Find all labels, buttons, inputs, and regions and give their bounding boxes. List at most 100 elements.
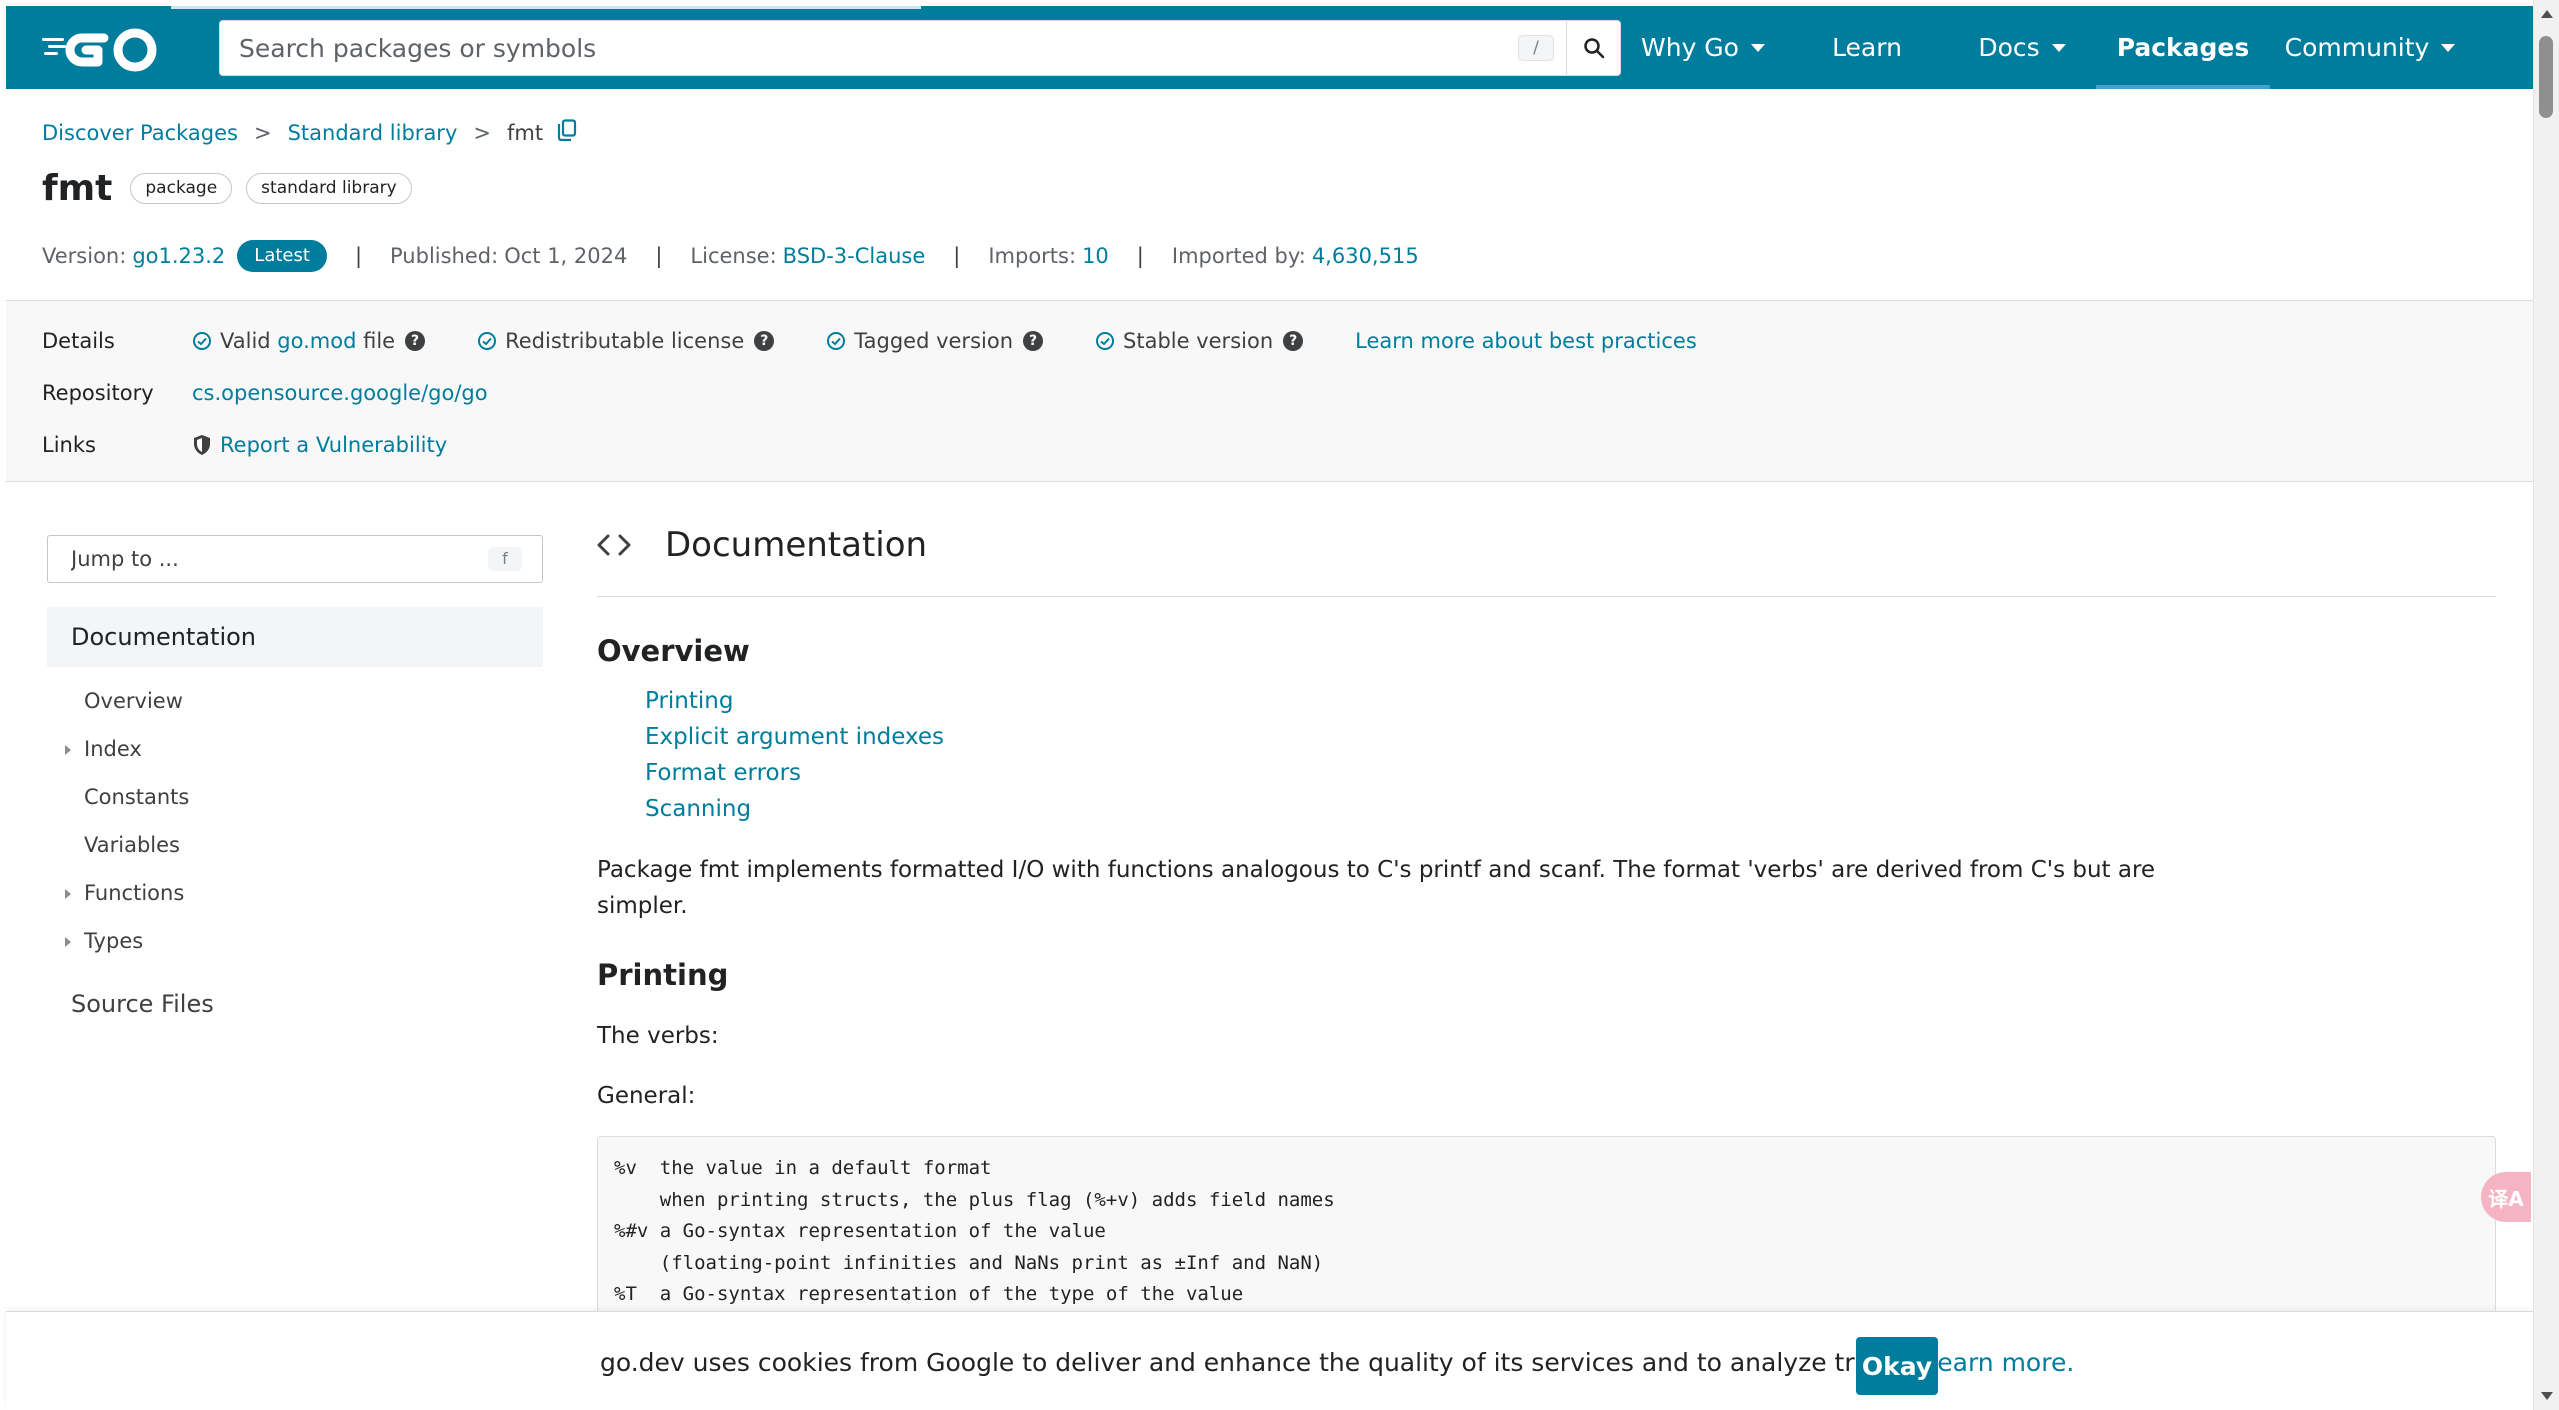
caret-down-icon xyxy=(2441,43,2456,52)
code-line: (floating-point infinities and NaNs prin… xyxy=(614,1251,1324,1274)
check-circle-icon xyxy=(478,332,497,350)
license-link[interactable]: BSD-3-Clause xyxy=(783,244,926,268)
check-circle-icon xyxy=(193,332,211,350)
meta-divider: | xyxy=(953,244,961,268)
site-header: / Why Go Learn Docs Packages Com xyxy=(6,6,2533,89)
search-icon xyxy=(1584,38,1605,59)
code-brackets-icon xyxy=(597,534,631,556)
toc-scanning[interactable]: Scanning xyxy=(645,796,751,822)
toc-format-errors[interactable]: Format errors xyxy=(645,760,801,786)
scroll-up-arrow-icon[interactable] xyxy=(2541,10,2553,18)
chip-package: package xyxy=(130,173,233,204)
gomod-link[interactable]: go.mod xyxy=(277,329,356,353)
code-line: %v the value in a default format xyxy=(614,1157,992,1179)
main-nav: Why Go Learn Docs Packages Community xyxy=(1620,6,2470,89)
copy-icon[interactable] xyxy=(557,119,577,146)
scroll-down-arrow-icon[interactable] xyxy=(2541,1392,2553,1400)
expand-triangle-icon[interactable] xyxy=(65,937,71,947)
breadcrumb-discover-packages[interactable]: Discover Packages xyxy=(42,121,238,145)
jump-to-box: f xyxy=(47,535,543,583)
documentation-title: Documentation xyxy=(665,525,928,565)
links-row: Links Report a Vulnerability xyxy=(42,433,447,457)
scroll-thumb[interactable] xyxy=(2539,36,2553,118)
sidebar-item-variables[interactable]: Variables xyxy=(84,833,180,857)
cookie-banner: go.dev uses cookies from Google to deliv… xyxy=(6,1311,2533,1410)
vertical-scrollbar[interactable] xyxy=(2533,0,2559,1410)
sidebar-item-functions[interactable]: Functions xyxy=(84,881,184,905)
code-line: %#v a Go-syntax representation of the va… xyxy=(614,1220,1106,1242)
imports-link[interactable]: 10 xyxy=(1082,244,1109,268)
links-label: Links xyxy=(42,433,96,457)
caret-down-icon xyxy=(2051,43,2066,52)
best-practices-link[interactable]: Learn more about best practices xyxy=(1355,329,1697,353)
sidebar-item-index[interactable]: Index xyxy=(84,737,142,761)
package-meta: Version: go1.23.2 Latest | Published: Oc… xyxy=(42,240,1419,272)
nav-why-go[interactable]: Why Go xyxy=(1620,6,1786,89)
sidebar-item-constants[interactable]: Constants xyxy=(84,785,189,809)
search-shortcut-key: / xyxy=(1518,35,1554,61)
toc-explicit-argument-indexes[interactable]: Explicit argument indexes xyxy=(645,724,944,750)
check-redistributable-license: Redistributable license ? xyxy=(477,329,775,353)
package-title: fmt xyxy=(42,168,113,209)
help-icon[interactable]: ? xyxy=(754,331,775,351)
general-text: General: xyxy=(597,1083,696,1109)
sidebar-item-overview[interactable]: Overview xyxy=(84,689,183,713)
search-input[interactable] xyxy=(220,21,1566,75)
package-title-row: fmt package standard library xyxy=(42,168,412,209)
translate-icon[interactable]: 译A xyxy=(2481,1172,2531,1222)
meta-divider: | xyxy=(1136,244,1144,268)
check-stable-version: Stable version ? xyxy=(1095,329,1304,353)
toc-printing[interactable]: Printing xyxy=(645,688,733,714)
check-circle-icon xyxy=(1096,332,1115,350)
help-icon[interactable]: ? xyxy=(405,331,426,351)
meta-divider: | xyxy=(655,244,663,268)
details-panel: Details Valid go.mod file ? Redistributa… xyxy=(6,300,2533,482)
breadcrumb-standard-library[interactable]: Standard library xyxy=(288,121,458,145)
help-icon[interactable]: ? xyxy=(1283,331,1304,351)
cookie-okay-button[interactable]: Okay xyxy=(1856,1337,1938,1395)
code-line: %T a Go-syntax representation of the typ… xyxy=(614,1283,1244,1305)
cookie-message: go.dev uses cookies from Google to deliv… xyxy=(600,1348,2075,1377)
check-tagged-version: Tagged version ? xyxy=(826,329,1044,353)
repository-label: Repository xyxy=(42,381,154,405)
imported-by-link[interactable]: 4,630,515 xyxy=(1312,244,1419,268)
documentation-header: Documentation xyxy=(597,525,927,565)
meta-divider: | xyxy=(354,244,363,268)
report-vulnerability-link[interactable]: Report a Vulnerability xyxy=(220,433,447,457)
jump-to-input[interactable] xyxy=(48,536,488,582)
version-link[interactable]: go1.23.2 xyxy=(132,244,225,268)
sidebar-documentation[interactable]: Documentation xyxy=(47,607,543,667)
expand-triangle-icon[interactable] xyxy=(65,889,71,899)
published-date: Oct 1, 2024 xyxy=(504,244,628,268)
printing-heading: Printing xyxy=(597,958,729,992)
latest-badge: Latest xyxy=(237,240,327,272)
nav-packages[interactable]: Packages xyxy=(2096,6,2270,89)
breadcrumb-separator: > xyxy=(473,120,491,145)
check-circle-icon xyxy=(827,332,846,350)
nav-docs[interactable]: Docs xyxy=(1948,6,2096,89)
intro-paragraph: Package fmt implements formatted I/O wit… xyxy=(597,857,2156,919)
loading-bar xyxy=(171,6,921,9)
breadcrumb-separator: > xyxy=(253,120,272,145)
breadcrumb: Discover Packages > Standard library > f… xyxy=(42,119,577,146)
repository-link[interactable]: cs.opensource.google/go/go xyxy=(192,381,488,405)
go-logo[interactable] xyxy=(42,24,174,76)
divider xyxy=(597,596,2496,597)
shield-icon xyxy=(194,435,210,455)
sidebar-item-types[interactable]: Types xyxy=(84,929,143,953)
jump-shortcut-key: f xyxy=(488,547,522,571)
search-button[interactable] xyxy=(1566,21,1621,75)
sidebar-source-files[interactable]: Source Files xyxy=(71,990,214,1018)
nav-community[interactable]: Community xyxy=(2270,6,2470,89)
details-label: Details xyxy=(42,329,115,353)
help-icon[interactable]: ? xyxy=(1023,331,1044,351)
caret-down-icon xyxy=(1750,43,1765,52)
overview-heading: Overview xyxy=(597,634,750,668)
verbs-text: The verbs: xyxy=(597,1023,719,1049)
repository-row: Repository cs.opensource.google/go/go xyxy=(42,381,488,405)
nav-learn[interactable]: Learn xyxy=(1786,6,1948,89)
breadcrumb-current: fmt xyxy=(506,120,544,145)
search-box: / xyxy=(219,20,1621,76)
expand-triangle-icon[interactable] xyxy=(65,745,71,755)
cookie-learn-more-link[interactable]: Learn more. xyxy=(1924,1348,2075,1377)
